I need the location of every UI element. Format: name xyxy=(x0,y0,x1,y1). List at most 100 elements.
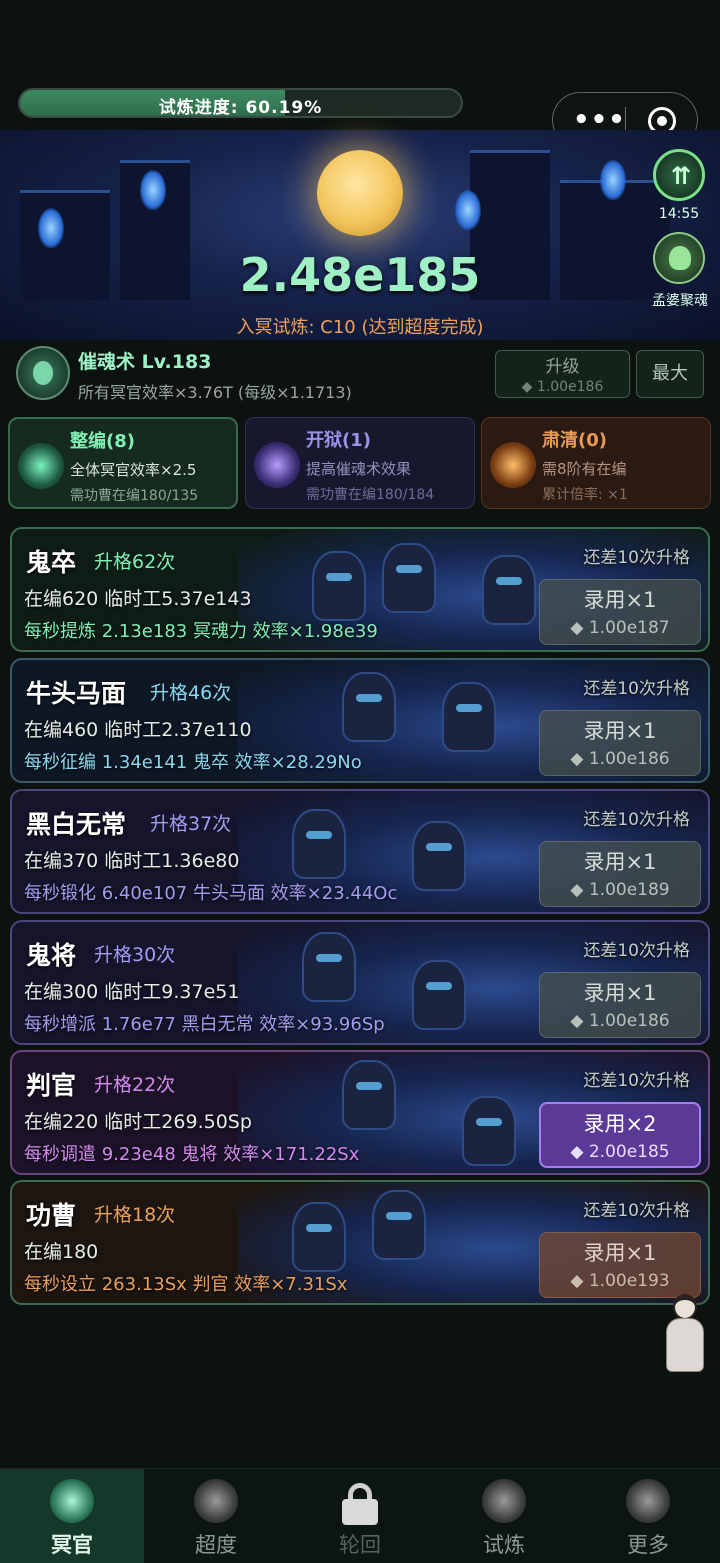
unit-promotions: 升格62次 xyxy=(94,551,176,573)
nav-tab-more[interactable]: 更多 xyxy=(576,1469,720,1563)
hire-button[interactable]: 录用×1 ◆ 1.00e187 xyxy=(539,579,701,645)
unit-staff: 在编620 临时工5.37e143 xyxy=(24,588,252,610)
hire-cost: ◆ 2.00e185 xyxy=(570,1142,670,1162)
unit-staff: 在编220 临时工269.50Sp xyxy=(24,1111,252,1133)
hire-button[interactable]: 录用×1 ◆ 1.00e193 xyxy=(539,1232,701,1298)
more-icon xyxy=(626,1479,670,1523)
hire-button[interactable]: 录用×1 ◆ 1.00e186 xyxy=(539,972,701,1038)
trial-progress-bar: 试炼进度: 60.19% xyxy=(18,88,463,118)
hire-cost: ◆ 1.00e193 xyxy=(570,1271,670,1291)
hire-button[interactable]: 录用×1 ◆ 1.00e186 xyxy=(539,710,701,776)
nav-tab-reincarnation[interactable]: 轮回 xyxy=(288,1469,432,1563)
unit-promotions: 升格37次 xyxy=(150,813,232,835)
unit-remaining: 还差10次升格 xyxy=(583,1201,690,1221)
reform-card-purge[interactable]: 肃清(0) 需8阶有在编 累计倍率: ×1 xyxy=(481,417,711,509)
reform-requirement: 需功曹在编180/135 xyxy=(70,488,199,504)
unit-remaining: 还差10次升格 xyxy=(583,941,690,961)
mengpo-mascot[interactable] xyxy=(664,1290,706,1374)
hire-button[interactable]: 录用×2 ◆ 2.00e185 xyxy=(539,1102,701,1168)
lock-icon xyxy=(342,1483,378,1525)
underworld-officer-icon xyxy=(50,1479,94,1523)
ghost-icon[interactable] xyxy=(653,232,705,284)
nav-tab-officers[interactable]: 冥官 xyxy=(0,1469,144,1563)
reform-title: 整编(8) xyxy=(70,431,135,452)
unit-production: 每秒增派 1.76e77 黑白无常 效率×93.96Sp xyxy=(24,1014,385,1035)
reform-card-reorganize[interactable]: 整编(8) 全体冥官效率×2.5 需功曹在编180/135 xyxy=(8,417,238,509)
reform-title: 肃清(0) xyxy=(542,430,607,451)
side-timer: 14:55 xyxy=(658,206,700,222)
trial-icon xyxy=(482,1479,526,1523)
unit-remaining: 还差10次升格 xyxy=(583,1071,690,1091)
upgrade-label: 升级 xyxy=(545,357,580,377)
nav-tab-trial[interactable]: 试炼 xyxy=(432,1469,576,1563)
unit-name: 判官 xyxy=(26,1071,77,1100)
unit-card-guizu: 鬼卒 升格62次 还差10次升格 在编620 临时工5.37e143 每秒提炼 … xyxy=(10,527,710,652)
trial-subtitle: 入冥试炼: C10 (达到超度完成) xyxy=(236,317,484,338)
nav-label: 试炼 xyxy=(483,1533,525,1557)
unit-promotions: 升格18次 xyxy=(94,1204,176,1226)
unit-card-panguan: 判官 升格22次 还差10次升格 在编220 临时工269.50Sp 每秒调遣 … xyxy=(10,1050,710,1175)
reform-requirement: 需功曹在编180/184 xyxy=(306,487,435,503)
skill-description: 所有冥官效率×3.76T (每级×1.1713) xyxy=(78,383,352,402)
unit-staff: 在编370 临时工1.36e80 xyxy=(24,850,240,872)
skill-upgrade-button[interactable]: 升级 ◆ 1.00e186 xyxy=(495,350,630,398)
unit-name: 鬼将 xyxy=(26,941,77,970)
reform-requirement: 累计倍率: ×1 xyxy=(542,487,628,503)
unit-promotions: 升格30次 xyxy=(94,944,176,966)
reform-effect: 全体冥官效率×2.5 xyxy=(70,461,197,479)
unit-remaining: 还差10次升格 xyxy=(583,679,690,699)
reform-effect: 需8阶有在编 xyxy=(542,460,627,478)
unit-name: 牛头马面 xyxy=(26,679,127,708)
nav-label: 更多 xyxy=(627,1533,669,1557)
hire-cost: ◆ 1.00e186 xyxy=(570,1011,670,1031)
unit-staff: 在编180 xyxy=(24,1241,99,1263)
hire-cost: ◆ 1.00e189 xyxy=(570,880,670,900)
soul-orb[interactable] xyxy=(317,150,403,236)
unit-name: 鬼卒 xyxy=(26,548,77,577)
reform-card-open-prison[interactable]: 开狱(1) 提高催魂术效果 需功曹在编180/184 xyxy=(245,417,475,509)
skill-title: 催魂术 Lv.183 xyxy=(78,351,212,373)
hire-cost: ◆ 1.00e187 xyxy=(570,618,670,638)
unit-promotions: 升格22次 xyxy=(94,1074,176,1096)
purge-icon xyxy=(490,442,536,488)
hire-label: 录用×1 xyxy=(583,719,657,743)
unit-name: 黑白无常 xyxy=(26,810,127,839)
reform-title: 开狱(1) xyxy=(306,430,371,451)
unit-production: 每秒锻化 6.40e107 牛头马面 效率×23.44Oc xyxy=(24,883,398,904)
nav-tab-salvation[interactable]: 超度 xyxy=(144,1469,288,1563)
upgrade-cost: ◆ 1.00e186 xyxy=(521,379,604,395)
hire-label: 录用×2 xyxy=(583,1112,657,1136)
unit-remaining: 还差10次升格 xyxy=(583,810,690,830)
hire-label: 录用×1 xyxy=(583,850,657,874)
prison-icon xyxy=(254,442,300,488)
speed-up-icon[interactable]: ⇈ xyxy=(653,149,705,201)
nav-label: 超度 xyxy=(195,1533,237,1557)
unit-staff: 在编460 临时工2.37e110 xyxy=(24,719,252,741)
unit-production: 每秒征编 1.34e141 鬼卒 效率×28.29No xyxy=(24,752,362,773)
skill-icon xyxy=(16,346,70,400)
nav-label: 冥官 xyxy=(51,1533,93,1557)
bottom-nav: 冥官 超度 轮回 试炼 更多 xyxy=(0,1468,720,1563)
unit-card-heibai-wuchang: 黑白无常 升格37次 还差10次升格 在编370 临时工1.36e80 每秒锻化… xyxy=(10,789,710,914)
salvation-icon xyxy=(194,1479,238,1523)
progress-label: 试炼进度: 60.19% xyxy=(158,98,323,118)
unit-promotions: 升格46次 xyxy=(150,682,232,704)
reorganize-icon xyxy=(18,443,64,489)
hire-label: 录用×1 xyxy=(583,588,657,612)
unit-name: 功曹 xyxy=(26,1201,77,1230)
unit-card-gongcao: 功曹 升格18次 还差10次升格 在编180 每秒设立 263.13Sx 判官 … xyxy=(10,1180,710,1305)
hire-label: 录用×1 xyxy=(583,1241,657,1265)
unit-card-niutou-mamian: 牛头马面 升格46次 还差10次升格 在编460 临时工2.37e110 每秒征… xyxy=(10,658,710,783)
skill-max-button[interactable]: 最大 xyxy=(636,350,704,398)
mengpo-label: 孟婆聚魂 xyxy=(652,293,708,309)
unit-staff: 在编300 临时工9.37e51 xyxy=(24,981,240,1003)
hire-button[interactable]: 录用×1 ◆ 1.00e189 xyxy=(539,841,701,907)
reform-effect: 提高催魂术效果 xyxy=(306,460,412,478)
unit-production: 每秒提炼 2.13e183 冥魂力 效率×1.98e39 xyxy=(24,621,378,642)
unit-card-guijiang: 鬼将 升格30次 还差10次升格 在编300 临时工9.37e51 每秒增派 1… xyxy=(10,920,710,1045)
unit-production: 每秒设立 263.13Sx 判官 效率×7.31Sx xyxy=(24,1274,348,1295)
unit-production: 每秒调遣 9.23e48 鬼将 效率×171.22Sx xyxy=(24,1144,360,1165)
unit-remaining: 还差10次升格 xyxy=(583,548,690,568)
hire-label: 录用×1 xyxy=(583,981,657,1005)
currency-amount: 2.48e185 xyxy=(239,248,481,302)
